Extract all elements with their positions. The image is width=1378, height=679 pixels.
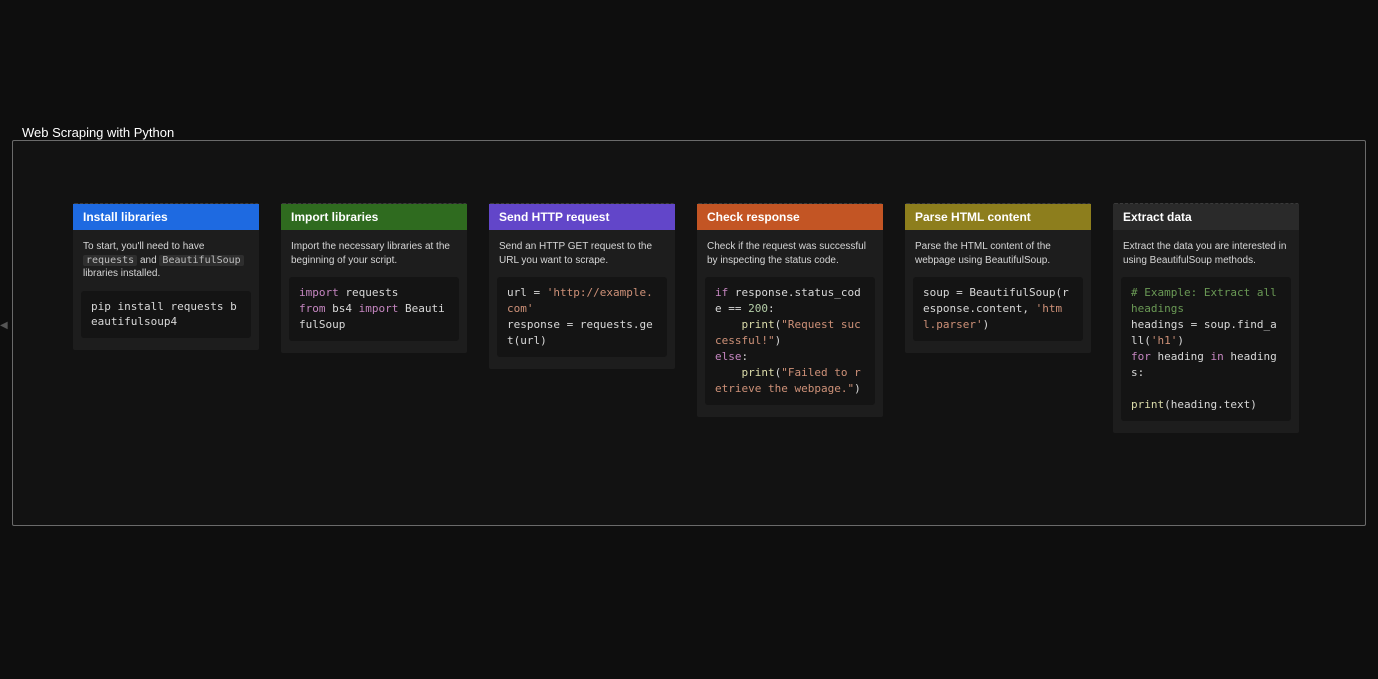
card-header: Extract data: [1113, 204, 1299, 230]
tutorial-panel: Install librariesTo start, you'll need t…: [12, 140, 1366, 526]
card-description: Import the necessary libraries at the be…: [281, 230, 467, 277]
code-chip: requests: [83, 255, 137, 266]
card-description: Parse the HTML content of the webpage us…: [905, 230, 1091, 277]
tutorial-card[interactable]: Install librariesTo start, you'll need t…: [73, 203, 259, 350]
tutorial-card[interactable]: Import librariesImport the necessary lib…: [281, 203, 467, 353]
page-title: Web Scraping with Python: [22, 125, 174, 140]
code-block[interactable]: url = 'http://example.com' response = re…: [497, 277, 667, 357]
card-description: To start, you'll need to have requests a…: [73, 230, 259, 291]
card-description: Extract the data you are interested in u…: [1113, 230, 1299, 277]
tutorial-card[interactable]: Extract dataExtract the data you are int…: [1113, 203, 1299, 433]
card-row: Install librariesTo start, you'll need t…: [73, 203, 1305, 433]
code-chip: BeautifulSoup: [159, 255, 243, 266]
tutorial-card[interactable]: Check responseCheck if the request was s…: [697, 203, 883, 417]
card-header: Install libraries: [73, 204, 259, 230]
card-header: Send HTTP request: [489, 204, 675, 230]
resize-handle-left[interactable]: ◀: [0, 320, 8, 331]
card-header: Parse HTML content: [905, 204, 1091, 230]
code-block[interactable]: pip install requests beautifulsoup4: [81, 291, 251, 339]
tutorial-card[interactable]: Parse HTML contentParse the HTML content…: [905, 203, 1091, 353]
code-block[interactable]: soup = BeautifulSoup(response.content, '…: [913, 277, 1083, 341]
code-block[interactable]: import requests from bs4 import Beautifu…: [289, 277, 459, 341]
tutorial-card[interactable]: Send HTTP requestSend an HTTP GET reques…: [489, 203, 675, 369]
code-block[interactable]: if response.status_code == 200: print("R…: [705, 277, 875, 405]
card-header: Check response: [697, 204, 883, 230]
card-description: Send an HTTP GET request to the URL you …: [489, 230, 675, 277]
code-block[interactable]: # Example: Extract all headings headings…: [1121, 277, 1291, 421]
card-description: Check if the request was successful by i…: [697, 230, 883, 277]
card-header: Import libraries: [281, 204, 467, 230]
